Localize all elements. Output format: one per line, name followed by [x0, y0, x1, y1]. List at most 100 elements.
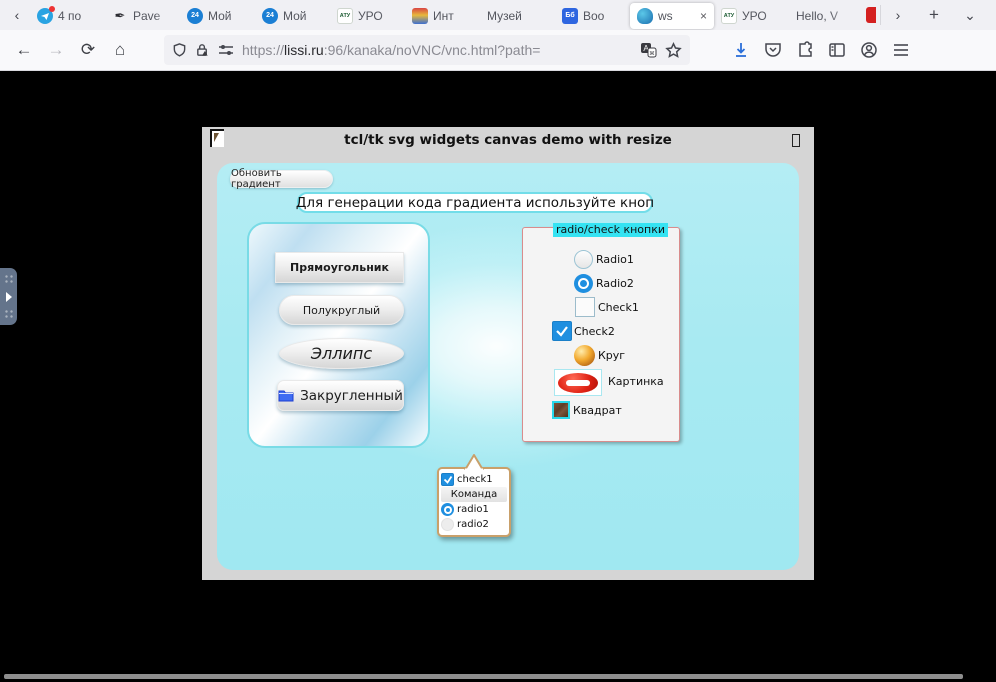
account-icon[interactable]	[860, 41, 878, 59]
picture-button[interactable]	[554, 369, 602, 396]
shield-icon[interactable]	[172, 42, 187, 58]
tab-telegram[interactable]: 4 по	[30, 3, 105, 29]
popup-check1-item[interactable]: check1	[441, 472, 507, 487]
popup-command-item[interactable]: Команда	[441, 487, 507, 502]
tab-scroll-right-button[interactable]: ›	[885, 2, 911, 28]
radio1-control[interactable]	[574, 250, 593, 269]
cloud24-icon: 24	[262, 7, 278, 24]
check2-control[interactable]	[552, 321, 572, 341]
url-text[interactable]: https://lissi.ru:96/kanaka/noVNC/vnc.htm…	[242, 42, 632, 58]
window-title: tcl/tk svg widgets canvas demo with resi…	[344, 132, 672, 148]
new-tab-button[interactable]: +	[921, 2, 947, 28]
radio2-unchecked-icon[interactable]	[441, 518, 454, 531]
tab-cloud-2[interactable]: 24 Мой	[255, 3, 330, 29]
tab-cloud-1[interactable]: 24 Мой	[180, 3, 255, 29]
cloud24-icon: 24	[187, 7, 203, 24]
tab-label: 4 по	[58, 8, 82, 23]
radio1-checked-icon[interactable]	[441, 503, 454, 516]
sidebar-toggle-icon[interactable]	[828, 41, 846, 59]
forward-button[interactable]: →	[40, 35, 72, 65]
close-tab-icon[interactable]: ×	[700, 9, 707, 23]
tab-uro-1[interactable]: АТУ УРО	[330, 3, 405, 29]
semiround-button[interactable]: Полукруглый	[279, 295, 404, 325]
popup-radio1-item[interactable]: radio1	[441, 502, 507, 517]
tab-hello[interactable]: Hello, V	[789, 3, 864, 29]
gradient-hint-message: Для генерации кода градиента используйте…	[296, 192, 654, 213]
tab-scroll-left-button[interactable]: ‹	[4, 2, 30, 28]
emblem-icon	[412, 7, 428, 24]
partial-tab-icon[interactable]	[866, 7, 876, 23]
svg-text:!: !	[207, 52, 208, 56]
lock-warning-icon[interactable]: !	[195, 42, 210, 58]
tab-label: Boo	[583, 8, 605, 23]
atu-icon: АТУ	[721, 7, 737, 24]
ellipse-button[interactable]: Эллипс	[279, 338, 404, 369]
tab-bar: ‹ 4 по ✒ Pave 24 Мой 24 Мой АТУ УРО Инт	[0, 0, 996, 30]
sphere-label: Круг	[598, 349, 626, 362]
home-button[interactable]: ⌂	[104, 35, 136, 65]
quill-icon: ✒	[114, 7, 126, 23]
list-tabs-button[interactable]: ⌄	[957, 2, 983, 28]
grip-dots	[4, 274, 13, 284]
rounded-button-label: Закругленный	[300, 387, 403, 404]
pocket-icon[interactable]	[764, 41, 782, 59]
tab-int[interactable]: Инт	[405, 3, 480, 29]
tab-label: Мой	[208, 8, 232, 23]
divider	[880, 5, 881, 25]
rectangle-button[interactable]: Прямоугольник	[275, 252, 404, 283]
popup-radio2-item[interactable]: radio2	[441, 517, 507, 532]
window-titlebar[interactable]: tcl/tk svg widgets canvas demo with resi…	[202, 127, 814, 153]
extensions-puzzle-icon[interactable]	[796, 41, 814, 59]
rounded-button[interactable]: Закругленный	[277, 380, 404, 411]
tab-label: УРО	[358, 8, 383, 23]
svg-widgets-canvas: Обновить градиент Для генерации кода гра…	[217, 163, 799, 570]
tab-uro-2[interactable]: АТУ УРО	[714, 3, 789, 29]
popup-radio1-label: radio1	[457, 504, 489, 515]
back-button[interactable]: ←	[8, 35, 40, 65]
navigation-toolbar: ← → ⟳ ⌂ ! https://lissi.ru:96/kanaka/noV…	[0, 30, 996, 71]
panel-title: radio/check кнопки	[553, 223, 668, 237]
url-bar[interactable]: ! https://lissi.ru:96/kanaka/noVNC/vnc.h…	[164, 35, 690, 65]
tab-label: Музей	[487, 8, 522, 23]
tab-label: Инт	[433, 8, 454, 23]
popup-radio2-label: radio2	[457, 519, 489, 530]
translate-icon[interactable]: A ж	[640, 42, 657, 58]
red-ellipse-image	[558, 372, 598, 393]
check1-control[interactable]	[575, 297, 595, 317]
horizontal-scrollbar-thumb[interactable]	[4, 674, 963, 679]
folder-icon	[278, 389, 294, 402]
tab-label: Мой	[283, 8, 307, 23]
vnc-control-bar-handle[interactable]	[0, 268, 17, 325]
check1-label: Check1	[598, 301, 639, 314]
tab-label: ws	[658, 8, 673, 23]
radio1-label: Radio1	[596, 253, 634, 266]
tab-muzei[interactable]: Музей	[480, 3, 555, 29]
bookmark-star-icon[interactable]	[665, 41, 682, 59]
tab-label: Pave	[133, 8, 161, 23]
notification-dot	[49, 5, 55, 12]
window-restore-icon[interactable]	[792, 134, 800, 147]
tab-book[interactable]: Бб Boo	[555, 3, 630, 29]
check2-label: Check2	[574, 325, 615, 338]
vnc-viewport: tcl/tk svg widgets canvas demo with resi…	[0, 71, 996, 682]
tab-pave[interactable]: ✒ Pave	[105, 3, 180, 29]
permissions-toggle-icon[interactable]	[218, 43, 234, 57]
square-image-button[interactable]	[552, 401, 570, 419]
square-label: Квадрат	[573, 404, 622, 417]
downloads-icon[interactable]	[732, 41, 750, 59]
expand-arrow-icon	[5, 291, 12, 302]
popup-pointer	[464, 454, 484, 470]
popup-menu: check1 Команда radio1 radio2	[437, 467, 511, 537]
popup-command-label: Команда	[450, 489, 498, 500]
refresh-gradient-button[interactable]: Обновить градиент	[230, 168, 333, 190]
shape-buttons-panel: Прямоугольник Полукруглый Эллипс Закругл…	[247, 222, 430, 448]
sphere-image-button[interactable]	[574, 345, 595, 366]
reload-button[interactable]: ⟳	[72, 35, 104, 65]
popup-check1-label: check1	[457, 474, 493, 485]
browser-window: ‹ 4 по ✒ Pave 24 Мой 24 Мой АТУ УРО Инт	[0, 0, 996, 682]
radio2-control[interactable]	[574, 274, 593, 293]
menu-hamburger-icon[interactable]	[892, 42, 910, 58]
tab-ws-active[interactable]: ws ×	[630, 2, 714, 29]
check1-checked-icon[interactable]	[441, 473, 454, 486]
picture-label: Картинка	[608, 375, 664, 388]
